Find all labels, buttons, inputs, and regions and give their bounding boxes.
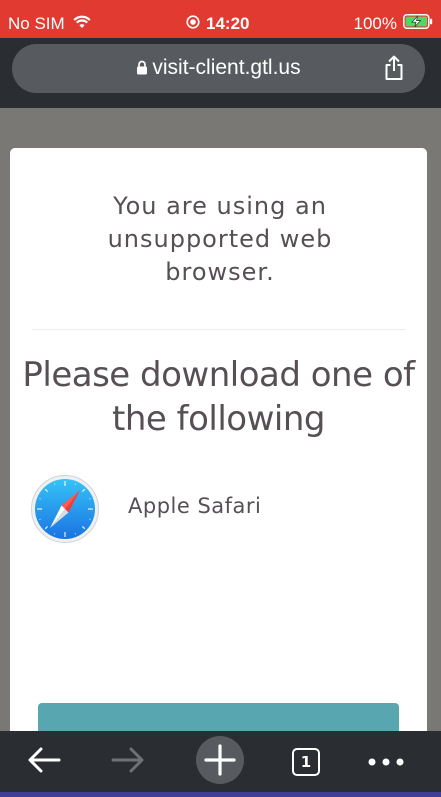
- share-icon: [383, 55, 405, 85]
- back-button[interactable]: [14, 731, 74, 792]
- carrier-label: No SIM: [8, 14, 65, 33]
- url-display[interactable]: visit-client.gtl.us: [12, 56, 425, 81]
- unsupported-warning: You are using an unsupported web browser…: [107, 192, 333, 286]
- unsupported-browser-dialog: You are using an unsupported web browser…: [10, 148, 427, 748]
- share-button[interactable]: [383, 55, 405, 85]
- clock-group: 14:20: [186, 14, 249, 34]
- status-bar: No SIM 14:20 100%: [0, 0, 441, 38]
- more-menu-button[interactable]: [356, 731, 416, 792]
- safari-icon: [30, 474, 100, 548]
- battery-group: 100%: [354, 14, 433, 34]
- browser-toolbar: 1: [0, 731, 441, 792]
- download-headline: Please download one of the following: [22, 355, 415, 439]
- browser-option-safari[interactable]: Apple Safari: [30, 474, 410, 550]
- screen: No SIM 14:20 100% visit-client.gtl.us Yo…: [0, 0, 441, 797]
- divider: [32, 329, 406, 330]
- battery-percent: 100%: [353, 14, 397, 33]
- browser-name: Apple Safari: [128, 494, 262, 518]
- address-bar[interactable]: visit-client.gtl.us: [12, 44, 425, 93]
- url-text: visit-client.gtl.us: [152, 56, 301, 79]
- clock: 14:20: [206, 14, 250, 33]
- tab-count: 1: [292, 747, 320, 776]
- web-content: You are using an unsupported web browser…: [0, 108, 441, 748]
- lock-icon: [136, 57, 148, 81]
- forward-arrow-icon: [110, 745, 146, 779]
- wifi-icon: [73, 14, 91, 34]
- battery-charging-icon: [403, 14, 433, 34]
- tab-switcher-button[interactable]: 1: [278, 731, 334, 792]
- screen-recording-icon: [186, 14, 200, 34]
- back-arrow-icon: [26, 745, 62, 779]
- new-tab-button[interactable]: [190, 731, 250, 792]
- plus-icon: [195, 735, 245, 789]
- browser-address-area: visit-client.gtl.us: [0, 38, 441, 108]
- carrier-group: No SIM: [8, 14, 91, 34]
- forward-button[interactable]: [98, 731, 158, 792]
- more-dots-icon: [366, 752, 406, 771]
